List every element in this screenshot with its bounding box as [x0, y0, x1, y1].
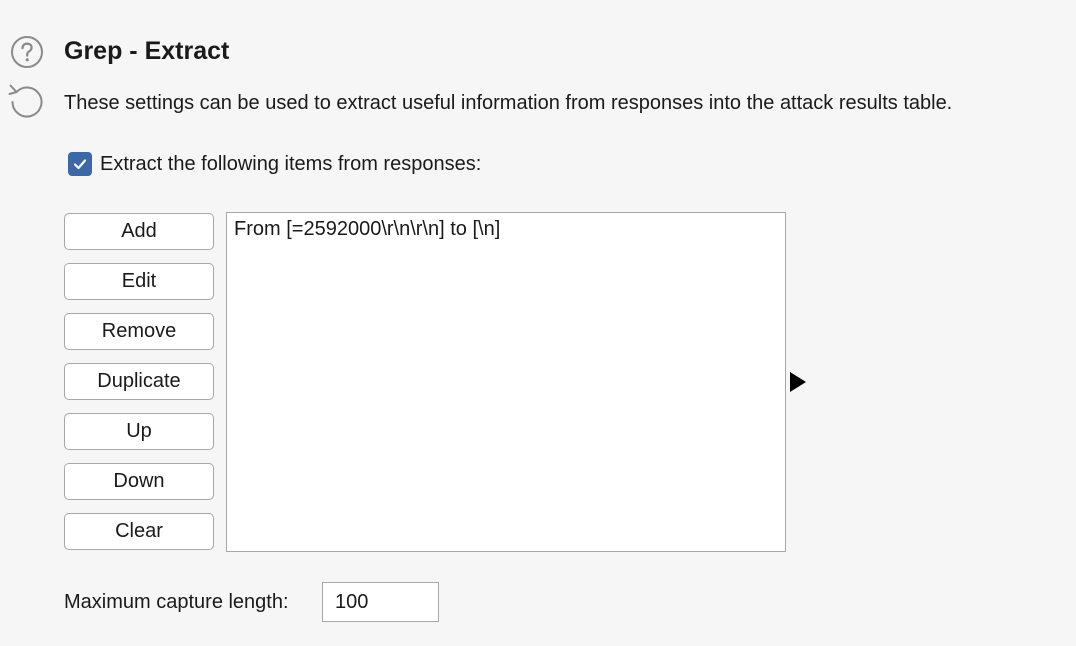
- reset-icon[interactable]: [8, 82, 46, 118]
- help-icon[interactable]: [10, 35, 44, 69]
- checkmark-icon: [73, 159, 87, 170]
- list-item[interactable]: From [=2592000\r\n\r\n] to [\n]: [227, 213, 785, 245]
- max-capture-length-input[interactable]: [322, 582, 439, 622]
- section-description: These settings can be used to extract us…: [64, 92, 953, 114]
- down-button[interactable]: Down: [64, 463, 214, 500]
- extract-items-list[interactable]: From [=2592000\r\n\r\n] to [\n]: [226, 212, 786, 552]
- extract-checkbox-row[interactable]: Extract the following items from respons…: [68, 151, 481, 177]
- up-button[interactable]: Up: [64, 413, 214, 450]
- edit-button[interactable]: Edit: [64, 263, 214, 300]
- expand-arrow-icon[interactable]: [790, 372, 806, 392]
- clear-button[interactable]: Clear: [64, 513, 214, 550]
- add-button[interactable]: Add: [64, 213, 214, 250]
- section-title: Grep - Extract: [64, 37, 230, 65]
- extract-checkbox[interactable]: [68, 152, 92, 176]
- remove-button[interactable]: Remove: [64, 313, 214, 350]
- duplicate-button[interactable]: Duplicate: [64, 363, 214, 400]
- max-capture-length-label: Maximum capture length:: [64, 591, 289, 613]
- extract-checkbox-label: Extract the following items from respons…: [100, 153, 482, 175]
